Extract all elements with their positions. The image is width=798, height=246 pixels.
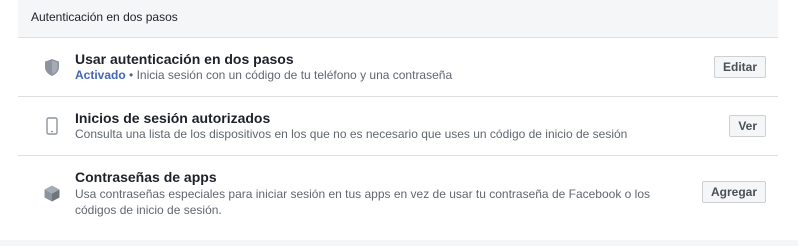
setting-description: Consulta una lista de los dispositivos e… [75,127,628,141]
setting-description: Usa contraseñas especiales para iniciar … [75,187,651,217]
add-button[interactable]: Agregar [701,181,766,203]
two-factor-settings-panel: Autenticación en dos pasos Usar autentic… [18,0,778,246]
setting-row-app-passwords: Contraseñas de apps Usa contraseñas espe… [18,156,778,232]
cube-icon [43,183,61,203]
separator-dot: • [129,68,134,82]
setting-row-authorized-logins: Inicios de sesión autorizados Consulta u… [18,97,778,156]
status-badge: Activado [75,68,126,82]
view-button[interactable]: Ver [729,115,766,137]
setting-row-two-factor: Usar autenticación en dos pasos Activado… [18,38,778,97]
section-header: Autenticación en dos pasos [18,0,778,38]
setting-description: Activado • Inicia sesión con un código d… [75,67,452,83]
setting-title: Usar autenticación en dos pasos [75,51,294,67]
edit-button[interactable]: Editar [713,56,766,78]
setting-title: Contraseñas de apps [75,169,217,185]
shield-icon [43,57,61,77]
bottom-divider [0,240,798,246]
section-title: Autenticación en dos pasos [31,10,178,24]
description-text: Inicia sesión con un código de tu teléfo… [136,68,453,82]
phone-icon [43,116,61,136]
setting-title: Inicios de sesión autorizados [75,110,271,126]
